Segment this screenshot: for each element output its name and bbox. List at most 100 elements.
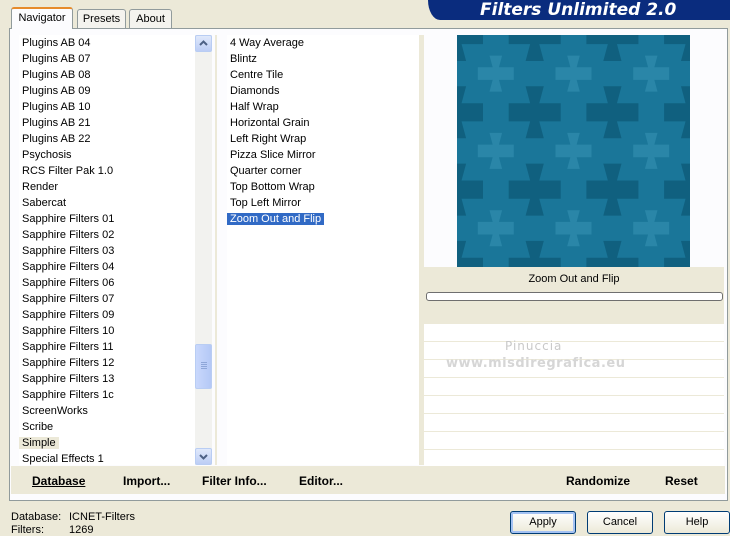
watermark-url: www.misdiregrafica.eu (446, 356, 626, 371)
list-item-label: Sapphire Filters 1c (22, 389, 114, 401)
filter-item[interactable]: Pizza Slice Mirror (227, 147, 319, 163)
pattern-shape (664, 163, 690, 216)
pattern-shape (664, 86, 690, 139)
list-item[interactable]: Sapphire Filters 07 (19, 291, 117, 307)
list-item[interactable]: Sapphire Filters 11 (19, 339, 117, 355)
list-item[interactable]: Plugins AB 09 (19, 83, 94, 99)
pattern-shape (586, 35, 639, 61)
filter-item[interactable]: Diamonds (227, 83, 283, 99)
category-list[interactable]: Plugins AB 04 Plugins AB 07 Plugins AB 08 P… (19, 35, 195, 465)
cancel-button[interactable]: Cancel (587, 511, 653, 534)
pattern-shape (508, 240, 561, 267)
filter-item-label: Quarter corner (230, 165, 302, 177)
list-item-label: Sapphire Filters 12 (22, 357, 115, 369)
filter-list[interactable]: 4 Way Average Blintz Centre Tile Diamonds Ha… (227, 35, 419, 465)
filter-item[interactable]: Top Left Mirror (227, 195, 304, 211)
list-item[interactable]: Sapphire Filters 02 (19, 227, 117, 243)
param-row (424, 432, 724, 449)
param-row (424, 378, 724, 395)
list-item[interactable]: Sapphire Filters 04 (19, 259, 117, 275)
filters-count: 1269 (69, 524, 94, 536)
filter-item[interactable]: Zoom Out and Flip (227, 211, 325, 227)
scroll-down-button[interactable] (195, 448, 212, 465)
pattern-shape (477, 132, 514, 169)
apply-button[interactable]: Apply (510, 511, 576, 534)
list-item[interactable]: Sapphire Filters 10 (19, 323, 117, 339)
pattern-shape (457, 86, 483, 139)
list-item-label: Sapphire Filters 04 (22, 261, 115, 273)
list-item[interactable]: Plugins AB 21 (19, 115, 94, 131)
filter-item[interactable]: Horizontal Grain (227, 115, 312, 131)
tab-about[interactable]: About (129, 9, 172, 28)
list-item-label: Render (22, 181, 59, 193)
filter-item[interactable]: Quarter corner (227, 163, 305, 179)
list-item-label: Plugins AB 10 (22, 101, 91, 113)
list-item-label: Plugins AB 04 (22, 37, 91, 49)
list-item[interactable]: Sapphire Filters 13 (19, 371, 117, 387)
filter-item[interactable]: Blintz (227, 51, 260, 67)
preview-filter-name: Zoom Out and Flip (528, 273, 620, 285)
list-item[interactable]: Sapphire Filters 03 (19, 243, 117, 259)
filter-item-label: 4 Way Average (230, 37, 304, 49)
filter-item-label: Diamonds (230, 85, 280, 97)
list-item[interactable]: Sapphire Filters 01 (19, 211, 117, 227)
pattern-shape (633, 132, 670, 169)
list-item-label: Plugins AB 22 (22, 133, 91, 145)
scroll-up-button[interactable] (195, 35, 212, 52)
filter-item[interactable]: 4 Way Average (227, 35, 307, 51)
list-item[interactable]: Sapphire Filters 09 (19, 307, 117, 323)
list-item[interactable]: Scribe (19, 419, 56, 435)
filter-item-label: Blintz (230, 53, 257, 65)
database-label: Database: (11, 511, 62, 523)
reset-button[interactable]: Reset (665, 474, 698, 488)
list-item[interactable]: Plugins AB 22 (19, 131, 94, 147)
scroll-thumb[interactable] (195, 344, 212, 389)
list-item[interactable]: Simple (19, 435, 59, 451)
filter-item[interactable]: Centre Tile (227, 67, 286, 83)
pattern-shape (457, 35, 483, 61)
list-item[interactable]: Render (19, 179, 61, 195)
category-scrollbar[interactable] (195, 35, 212, 465)
list-item[interactable]: Sabercat (19, 195, 69, 211)
list-item-label: Plugins AB 08 (22, 69, 91, 81)
tab-presets[interactable]: Presets (77, 9, 126, 28)
filter-item[interactable]: Half Wrap (227, 99, 282, 115)
list-item[interactable]: Sapphire Filters 1c (19, 387, 117, 403)
list-item[interactable]: Plugins AB 08 (19, 67, 94, 83)
pattern-shape (664, 35, 690, 61)
list-item[interactable]: RCS Filter Pak 1.0 (19, 163, 116, 179)
randomize-button[interactable]: Randomize (566, 474, 630, 488)
tab-navigator[interactable]: Navigator (11, 7, 73, 29)
pattern-shape (664, 240, 690, 267)
list-item-label: Simple (19, 437, 59, 449)
filter-item-label: Centre Tile (230, 69, 284, 81)
list-item[interactable]: Psychosis (19, 147, 75, 163)
help-button[interactable]: Help (664, 511, 730, 534)
chevron-up-icon (199, 40, 208, 46)
filter-item[interactable]: Top Bottom Wrap (227, 179, 318, 195)
param-row (424, 414, 724, 431)
filter-item-label: Top Left Mirror (230, 197, 301, 209)
pattern-shape (477, 210, 514, 247)
pattern-shape (508, 35, 561, 61)
pattern-shape (586, 86, 639, 139)
filter-info-button[interactable]: Filter Info... (202, 474, 267, 488)
pattern-shape (586, 240, 639, 267)
filter-item[interactable]: Left Right Wrap (227, 131, 309, 147)
pattern-shape (477, 55, 514, 92)
list-item[interactable]: ScreenWorks (19, 403, 91, 419)
list-item[interactable]: Plugins AB 10 (19, 99, 94, 115)
import-button[interactable]: Import... (123, 474, 170, 488)
pattern-shape (508, 86, 561, 139)
list-item[interactable]: Sapphire Filters 06 (19, 275, 117, 291)
filter-item-label: Half Wrap (230, 101, 279, 113)
database-button[interactable]: Database (32, 474, 85, 488)
editor-button[interactable]: Editor... (299, 474, 343, 488)
list-item[interactable]: Special Effects 1 (19, 451, 107, 465)
preview-image (457, 35, 690, 267)
list-item-label: Plugins AB 09 (22, 85, 91, 97)
list-item[interactable]: Plugins AB 07 (19, 51, 94, 67)
list-item[interactable]: Sapphire Filters 12 (19, 355, 117, 371)
list-item[interactable]: Plugins AB 04 (19, 35, 94, 51)
pattern-shape (586, 163, 639, 216)
